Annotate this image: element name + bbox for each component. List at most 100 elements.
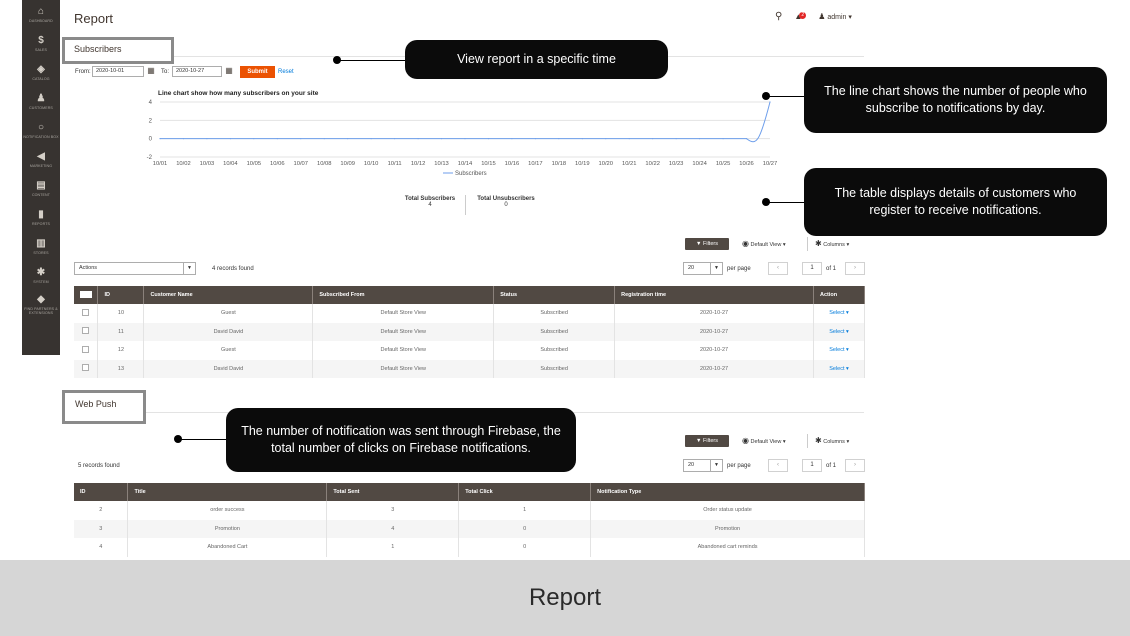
x-tick-label: 10/25 — [716, 161, 731, 167]
to-calendar-icon[interactable]: ▦ — [224, 66, 234, 75]
row-action-select[interactable]: Select ▾ — [813, 359, 866, 378]
column-header[interactable]: Customer Name — [143, 286, 314, 304]
sidebar-item-find-partners-extensions[interactable]: ◆ FIND PARTNERS & EXTENSIONS — [22, 290, 60, 319]
x-tick-label: 10/17 — [528, 161, 543, 167]
table-cell: Guest — [143, 304, 314, 323]
sidebar-item-stores[interactable]: ▥ STORES — [22, 232, 60, 261]
eye-icon: ◉ — [742, 436, 749, 445]
column-header[interactable]: Registration time — [614, 286, 814, 304]
column-header[interactable]: Action — [813, 286, 866, 304]
column-header[interactable]: Status — [493, 286, 616, 304]
admin-sidebar: ⌂ DASHBOARD $ SALES ◈ CATALOG ♟ CUSTOMERS ○ NOTIF… — [22, 0, 60, 355]
data-point — [722, 138, 724, 140]
to-date-input[interactable]: 2020-10-27 — [172, 66, 222, 77]
column-header[interactable]: Title — [127, 483, 328, 501]
table-cell: 11 — [97, 322, 145, 341]
table-cell: 10 — [97, 304, 145, 323]
table-row: 12 Guest Default Store View Subscribed 2020-… — [74, 341, 866, 360]
sidebar-item-catalog[interactable]: ◈ CATALOG — [22, 58, 60, 87]
actions-select[interactable]: Actions ▼ — [74, 262, 196, 275]
table-row: 11 David David Default Store View Subscribe… — [74, 322, 866, 341]
select-all-checkbox[interactable] — [80, 290, 92, 298]
gear-icon: ✱ — [815, 436, 822, 445]
row-checkbox[interactable] — [82, 308, 90, 316]
filter-icon: ▼ — [696, 438, 702, 444]
table-cell: Promotion — [590, 519, 865, 538]
webpush-per-page-label: per page — [727, 463, 751, 469]
page-number-input[interactable]: 1 — [802, 262, 822, 275]
table-cell: Subscribed — [493, 341, 616, 360]
x-tick-label: 10/20 — [599, 161, 614, 167]
columns-dropdown[interactable]: ✱ Columns ▾ — [815, 238, 849, 250]
mass-select-checkbox[interactable] — [74, 286, 99, 304]
sidebar-item-dashboard[interactable]: ⌂ DASHBOARD — [22, 0, 60, 29]
gear-icon: ✱ — [815, 239, 822, 248]
user-menu[interactable]: ♟ admin ▾ — [818, 12, 852, 21]
column-header[interactable]: Total Click — [458, 483, 592, 501]
webpush-columns-dropdown[interactable]: ✱ Columns ▾ — [815, 435, 849, 447]
webpush-default-view-dropdown[interactable]: ◉ Default View ▾ — [742, 435, 786, 447]
sidebar-item-system[interactable]: ✱ SYSTEM — [22, 261, 60, 290]
webpush-prev-page-button[interactable]: ‹ — [768, 459, 788, 472]
per-page-select[interactable]: 20 ▼ — [683, 262, 723, 275]
table-cell: Order status update — [590, 501, 865, 520]
notifications-icon[interactable]: ▲2 — [794, 12, 807, 21]
table-cell: Abandoned Cart — [127, 538, 328, 557]
row-checkbox[interactable] — [82, 345, 90, 353]
x-tick-label: 10/21 — [622, 161, 637, 167]
webpush-page-number-input[interactable]: 1 — [802, 459, 822, 472]
sidebar-item-content[interactable]: ▤ CONTENT — [22, 174, 60, 203]
filters-button[interactable]: ▼ Filters — [685, 238, 729, 250]
sidebar-item-sales[interactable]: $ SALES — [22, 29, 60, 58]
table-cell: Subscribed — [493, 322, 616, 341]
sidebar-item-customers[interactable]: ♟ CUSTOMERS — [22, 87, 60, 116]
submit-button[interactable]: Submit — [240, 66, 275, 78]
dollar-icon: $ — [38, 35, 44, 46]
callout-pointer-line — [181, 439, 227, 440]
reset-link[interactable]: Reset — [278, 69, 294, 75]
row-checkbox[interactable] — [82, 327, 90, 335]
user-name: admin ▾ — [827, 14, 852, 21]
subscribers-table-body: 10 Guest Default Store View Subscribed 2020-… — [74, 304, 866, 378]
column-header[interactable]: ID — [74, 483, 129, 501]
search-icon[interactable]: ⚲ — [775, 11, 782, 22]
row-action-select[interactable]: Select ▾ — [813, 322, 866, 341]
table-row: 13 David David Default Store View Subscribe… — [74, 359, 866, 378]
from-calendar-icon[interactable]: ▦ — [146, 66, 156, 75]
from-date-input[interactable]: 2020-10-01 — [92, 66, 144, 77]
data-point — [652, 138, 654, 140]
table-row: 2 order success 3 1 Order status update — [74, 501, 865, 520]
row-checkbox[interactable] — [82, 364, 90, 372]
column-header[interactable]: ID — [97, 286, 145, 304]
total-unsubscribers: Total Unsubscribers 0 — [473, 196, 539, 208]
table-cell: Default Store View — [312, 304, 495, 323]
webpush-per-page-value: 20 — [688, 462, 695, 468]
data-point — [253, 138, 255, 140]
table-cell: 2 — [74, 501, 129, 520]
sidebar-item-marketing[interactable]: ◀ MARKETING — [22, 145, 60, 174]
default-view-dropdown[interactable]: ◉ Default View ▾ — [742, 238, 786, 250]
sidebar-item-label: FIND PARTNERS & EXTENSIONS — [24, 307, 58, 315]
column-header[interactable]: Notification Type — [590, 483, 865, 501]
table-cell: 2020-10-27 — [614, 322, 814, 341]
filters-label: Filters — [703, 241, 718, 247]
records-found: 4 records found — [212, 266, 254, 272]
sidebar-item-reports[interactable]: ▮ REPORTS — [22, 203, 60, 232]
data-point — [769, 101, 771, 103]
x-tick-label: 10/11 — [388, 161, 402, 167]
data-point — [745, 138, 748, 140]
column-header[interactable]: Subscribed From — [312, 286, 495, 304]
webpush-table: ID Title Total Sent Total Click Notification… — [74, 483, 865, 557]
table-cell: Subscribed — [493, 359, 616, 378]
webpush-next-page-button[interactable]: › — [845, 459, 865, 472]
sidebar-item-notification-box[interactable]: ○ NOTIFICATION BOX — [22, 116, 60, 145]
next-page-button[interactable]: › — [845, 262, 865, 275]
webpush-per-page-select[interactable]: 20 ▼ — [683, 459, 723, 472]
webpush-filters-button[interactable]: ▼ Filters — [685, 435, 729, 447]
row-action-select[interactable]: Select ▾ — [813, 341, 866, 360]
webpush-records-found: 5 records found — [78, 463, 120, 469]
column-header[interactable]: Total Sent — [326, 483, 460, 501]
prev-page-button[interactable]: ‹ — [768, 262, 788, 275]
row-action-select[interactable]: Select ▾ — [813, 304, 866, 323]
x-tick-label: 10/05 — [247, 161, 262, 167]
